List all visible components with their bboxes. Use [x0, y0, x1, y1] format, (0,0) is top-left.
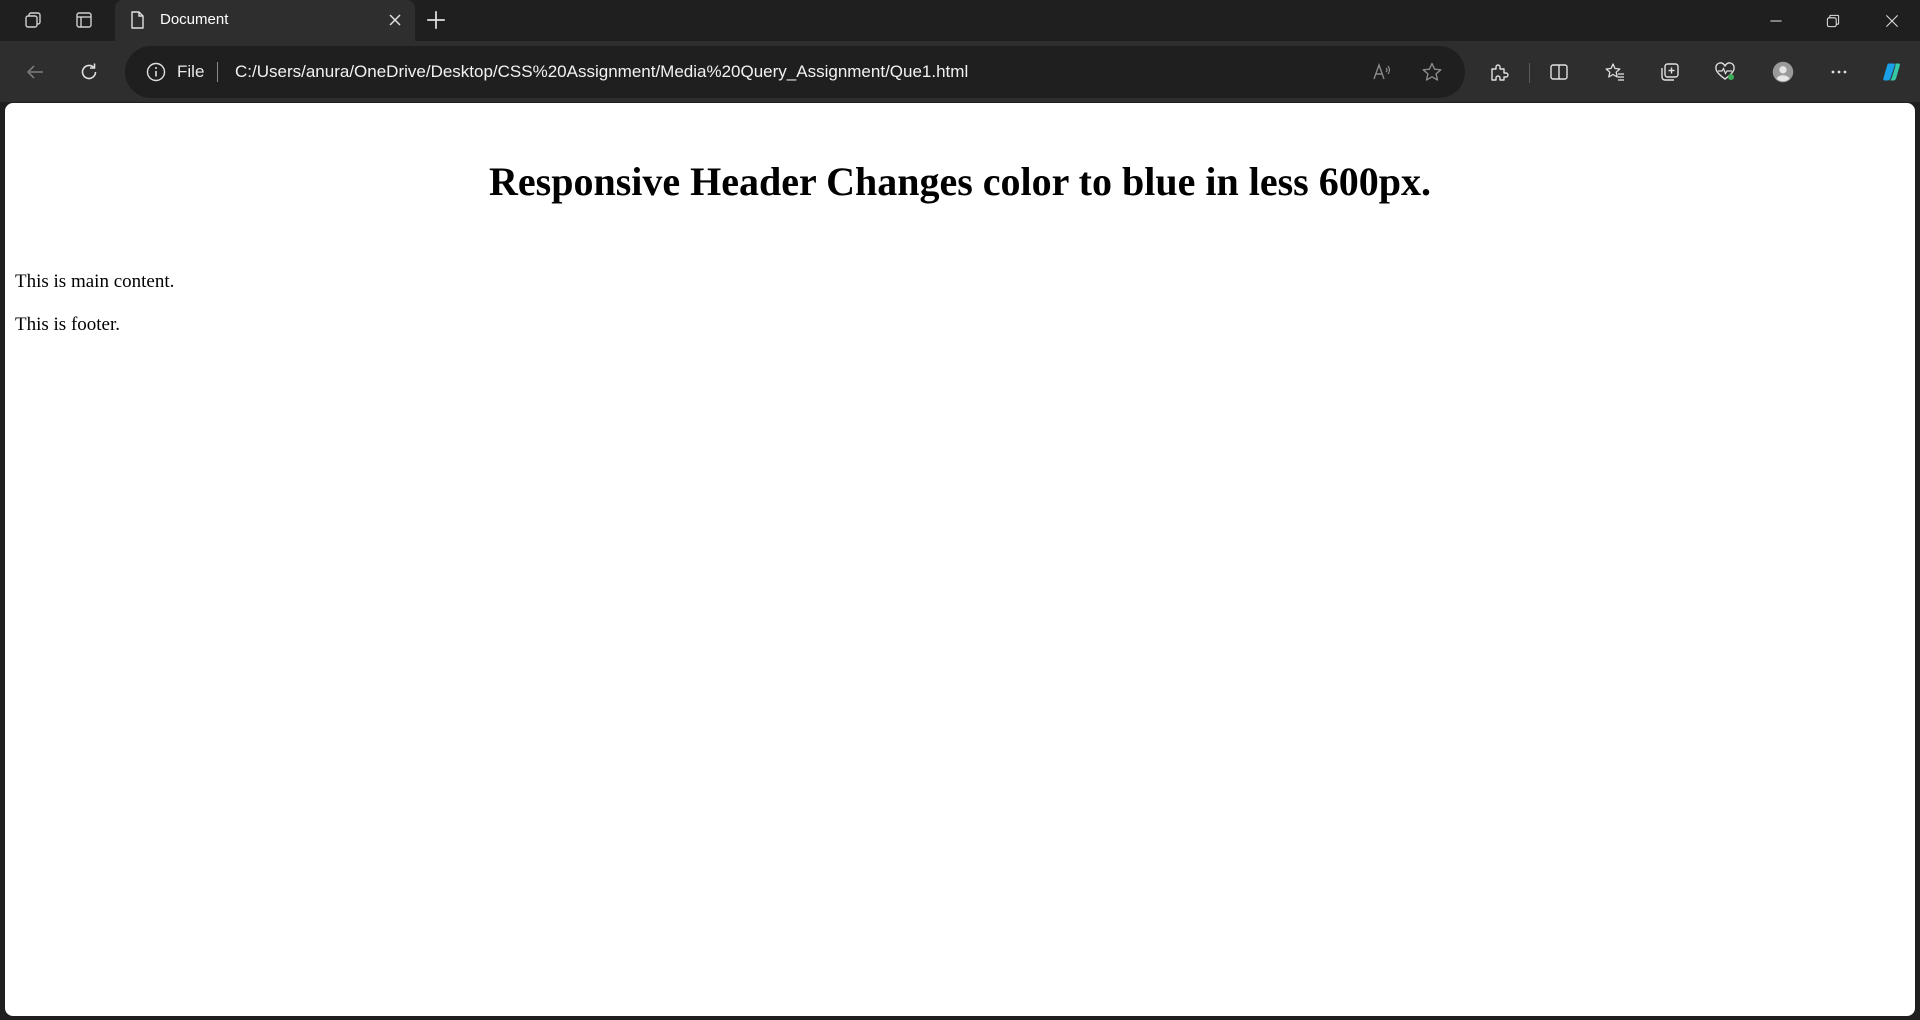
tab-strip: Document	[0, 0, 1920, 41]
tab-close-icon[interactable]	[385, 10, 405, 30]
page-viewport: Responsive Header Changes color to blue …	[5, 103, 1915, 1016]
restore-button[interactable]	[1805, 0, 1861, 41]
main-content-text: This is main content.	[15, 271, 175, 292]
back-button[interactable]	[16, 53, 54, 91]
new-tab-button[interactable]	[420, 5, 452, 35]
favorite-button[interactable]	[1418, 58, 1446, 86]
star-icon	[1422, 62, 1442, 81]
read-aloud-icon	[1373, 62, 1391, 80]
settings-menu-button[interactable]	[1820, 53, 1858, 91]
tab-document[interactable]: Document	[115, 0, 415, 41]
extensions-button[interactable]	[1480, 53, 1518, 91]
heart-pulse-icon	[1715, 62, 1735, 80]
browser-toolbar: File C:/Users/anura/OneDrive/Desktop/CSS…	[0, 41, 1920, 102]
collections-button[interactable]	[1651, 53, 1689, 91]
collections-icon	[1661, 63, 1679, 81]
refresh-button[interactable]	[70, 53, 108, 91]
toolbar-separator	[1529, 63, 1530, 83]
workspaces-button[interactable]	[16, 5, 50, 35]
favorites-icon	[1605, 63, 1624, 81]
workspaces-icon	[25, 12, 41, 28]
copilot-button[interactable]	[1873, 53, 1911, 91]
tab-title: Document	[160, 11, 229, 28]
browser-essentials-button[interactable]	[1706, 53, 1744, 91]
info-icon[interactable]	[145, 61, 167, 83]
minimize-icon	[1770, 19, 1782, 22]
favorites-button[interactable]	[1596, 53, 1634, 91]
tab-actions-button[interactable]	[67, 5, 101, 35]
site-scheme-label[interactable]: File	[177, 62, 204, 82]
copilot-icon	[1883, 63, 1900, 81]
plus-icon	[427, 11, 445, 29]
split-screen-button[interactable]	[1540, 53, 1578, 91]
address-bar[interactable]: File C:/Users/anura/OneDrive/Desktop/CSS…	[125, 46, 1465, 98]
close-window-button[interactable]	[1864, 0, 1920, 41]
footer-text: This is footer.	[15, 314, 121, 335]
profile-button[interactable]	[1764, 53, 1802, 91]
refresh-icon	[81, 63, 97, 80]
puzzle-icon	[1491, 64, 1509, 81]
tab-actions-icon	[76, 12, 92, 28]
split-screen-icon	[1550, 64, 1568, 80]
avatar	[1772, 61, 1794, 83]
back-arrow-icon	[26, 65, 43, 79]
document-icon	[131, 11, 144, 29]
read-aloud-button[interactable]	[1368, 58, 1396, 86]
more-icon	[1831, 70, 1847, 74]
minimize-button[interactable]	[1748, 0, 1804, 41]
restore-icon	[1826, 14, 1840, 27]
close-icon	[1886, 14, 1898, 27]
address-separator	[217, 62, 218, 82]
page-header: Responsive Header Changes color to blue …	[489, 159, 1431, 204]
url-text[interactable]: C:/Users/anura/OneDrive/Desktop/CSS%20As…	[235, 62, 968, 82]
